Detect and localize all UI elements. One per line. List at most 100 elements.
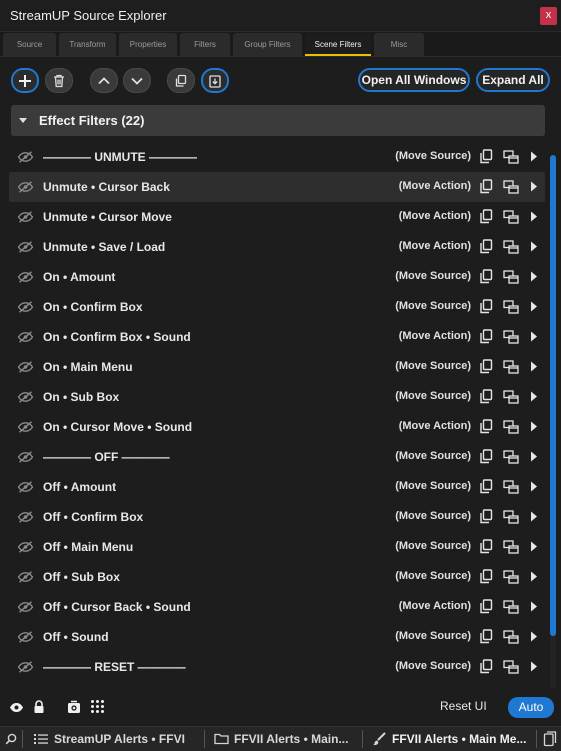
- windows-icon[interactable]: [503, 210, 519, 224]
- tab-transform[interactable]: Transform: [59, 33, 116, 56]
- filter-row[interactable]: Off • Amount (Move Source): [9, 472, 545, 502]
- expand-arrow-icon[interactable]: [530, 661, 538, 672]
- windows-icon[interactable]: [503, 300, 519, 314]
- tab-filters[interactable]: Filters: [180, 33, 230, 56]
- visibility-hidden-icon[interactable]: [17, 541, 34, 553]
- filter-row[interactable]: On • Sub Box (Move Source): [9, 382, 545, 412]
- copy-icon[interactable]: [479, 269, 493, 284]
- filter-row[interactable]: Off • Main Menu (Move Source): [9, 532, 545, 562]
- visibility-hidden-icon[interactable]: [17, 511, 34, 523]
- expand-arrow-icon[interactable]: [530, 511, 538, 522]
- expand-arrow-icon[interactable]: [530, 181, 538, 192]
- windows-icon[interactable]: [503, 510, 519, 524]
- visibility-hidden-icon[interactable]: [17, 151, 34, 163]
- close-button[interactable]: x: [540, 7, 557, 25]
- windows-icon[interactable]: [503, 570, 519, 584]
- visibility-hidden-icon[interactable]: [17, 361, 34, 373]
- windows-icon[interactable]: [503, 420, 519, 434]
- expand-arrow-icon[interactable]: [530, 421, 538, 432]
- move-down-button[interactable]: [123, 68, 151, 93]
- tab-source[interactable]: Source: [3, 33, 56, 56]
- visibility-hidden-icon[interactable]: [17, 451, 34, 463]
- separator-row[interactable]: ———— UNMUTE ———— (Move Source): [9, 142, 545, 172]
- taskbar-tab-ffvii-alerts-folder[interactable]: FFVII Alerts • Main...: [208, 727, 362, 751]
- tab-scene-filters[interactable]: Scene Filters: [305, 33, 371, 56]
- expand-arrow-icon[interactable]: [530, 631, 538, 642]
- expand-arrow-icon[interactable]: [530, 601, 538, 612]
- copy-icon[interactable]: [479, 209, 493, 224]
- visibility-hidden-icon[interactable]: [17, 631, 34, 643]
- windows-icon[interactable]: [503, 480, 519, 494]
- visibility-hidden-icon[interactable]: [17, 211, 34, 223]
- windows-icon[interactable]: [503, 150, 519, 164]
- filter-row[interactable]: Off • Confirm Box (Move Source): [9, 502, 545, 532]
- windows-icon[interactable]: [503, 630, 519, 644]
- windows-icon[interactable]: [503, 660, 519, 674]
- copy-icon[interactable]: [479, 599, 493, 614]
- visibility-hidden-icon[interactable]: [17, 421, 34, 433]
- expand-arrow-icon[interactable]: [530, 541, 538, 552]
- visibility-hidden-icon[interactable]: [17, 571, 34, 583]
- move-up-button[interactable]: [90, 68, 118, 93]
- expand-arrow-icon[interactable]: [530, 361, 538, 372]
- delete-filter-button[interactable]: [45, 68, 73, 93]
- copy-icon[interactable]: [479, 659, 493, 674]
- filter-row[interactable]: On • Confirm Box (Move Source): [9, 292, 545, 322]
- effect-filters-group-header[interactable]: Effect Filters (22): [11, 105, 545, 136]
- scrollbar-thumb[interactable]: [550, 155, 556, 636]
- expand-arrow-icon[interactable]: [530, 481, 538, 492]
- taskbar-tab-more[interactable]: [540, 727, 561, 751]
- eye-icon[interactable]: [9, 702, 24, 713]
- copy-icon[interactable]: [479, 569, 493, 584]
- grid-icon[interactable]: [90, 699, 105, 714]
- windows-icon[interactable]: [503, 450, 519, 464]
- windows-icon[interactable]: [503, 240, 519, 254]
- visibility-hidden-icon[interactable]: [17, 241, 34, 253]
- copy-icon[interactable]: [479, 359, 493, 374]
- filter-row[interactable]: On • Main Menu (Move Source): [9, 352, 545, 382]
- copy-icon[interactable]: [479, 539, 493, 554]
- windows-icon[interactable]: [503, 180, 519, 194]
- copy-icon[interactable]: [479, 149, 493, 164]
- copy-icon[interactable]: [479, 629, 493, 644]
- filter-row[interactable]: Off • Cursor Back • Sound (Move Action): [9, 592, 545, 622]
- filter-row[interactable]: On • Confirm Box • Sound (Move Action): [9, 322, 545, 352]
- filter-row[interactable]: Unmute • Cursor Move (Move Action): [9, 202, 545, 232]
- expand-arrow-icon[interactable]: [530, 241, 538, 252]
- visibility-hidden-icon[interactable]: [17, 481, 34, 493]
- copy-icon[interactable]: [479, 419, 493, 434]
- lock-icon[interactable]: [33, 700, 45, 714]
- visibility-hidden-icon[interactable]: [17, 301, 34, 313]
- visibility-hidden-icon[interactable]: [17, 271, 34, 283]
- copy-icon[interactable]: [479, 239, 493, 254]
- filter-row[interactable]: On • Amount (Move Source): [9, 262, 545, 292]
- filter-row[interactable]: On • Cursor Move • Sound (Move Action): [9, 412, 545, 442]
- paste-filters-button[interactable]: [201, 68, 229, 93]
- open-all-windows-button[interactable]: Open All Windows: [358, 68, 470, 92]
- separator-row[interactable]: ———— OFF ———— (Move Source): [9, 442, 545, 472]
- copy-icon[interactable]: [479, 329, 493, 344]
- windows-icon[interactable]: [503, 390, 519, 404]
- visibility-hidden-icon[interactable]: [17, 181, 34, 193]
- add-filter-button[interactable]: [11, 68, 39, 93]
- filter-row[interactable]: Unmute • Cursor Back (Move Action): [9, 172, 545, 202]
- expand-arrow-icon[interactable]: [530, 571, 538, 582]
- windows-icon[interactable]: [503, 360, 519, 374]
- filter-row[interactable]: Unmute • Save / Load (Move Action): [9, 232, 545, 262]
- scene-capture-icon[interactable]: [67, 699, 81, 714]
- taskbar-search[interactable]: [0, 727, 22, 751]
- expand-arrow-icon[interactable]: [530, 151, 538, 162]
- expand-arrow-icon[interactable]: [530, 331, 538, 342]
- taskbar-tab-ffvii-alerts-brush[interactable]: FFVII Alerts • Main Me...: [366, 727, 536, 751]
- windows-icon[interactable]: [503, 270, 519, 284]
- expand-all-button[interactable]: Expand All: [476, 68, 550, 92]
- copy-icon[interactable]: [479, 449, 493, 464]
- expand-arrow-icon[interactable]: [530, 211, 538, 222]
- windows-icon[interactable]: [503, 600, 519, 614]
- filter-row[interactable]: Off • Sound (Move Source): [9, 622, 545, 652]
- filter-row[interactable]: Off • Sub Box (Move Source): [9, 562, 545, 592]
- expand-arrow-icon[interactable]: [530, 271, 538, 282]
- taskbar-tab-streamup-alerts[interactable]: StreamUP Alerts • FFVI: [26, 727, 204, 751]
- copy-icon[interactable]: [479, 509, 493, 524]
- visibility-hidden-icon[interactable]: [17, 391, 34, 403]
